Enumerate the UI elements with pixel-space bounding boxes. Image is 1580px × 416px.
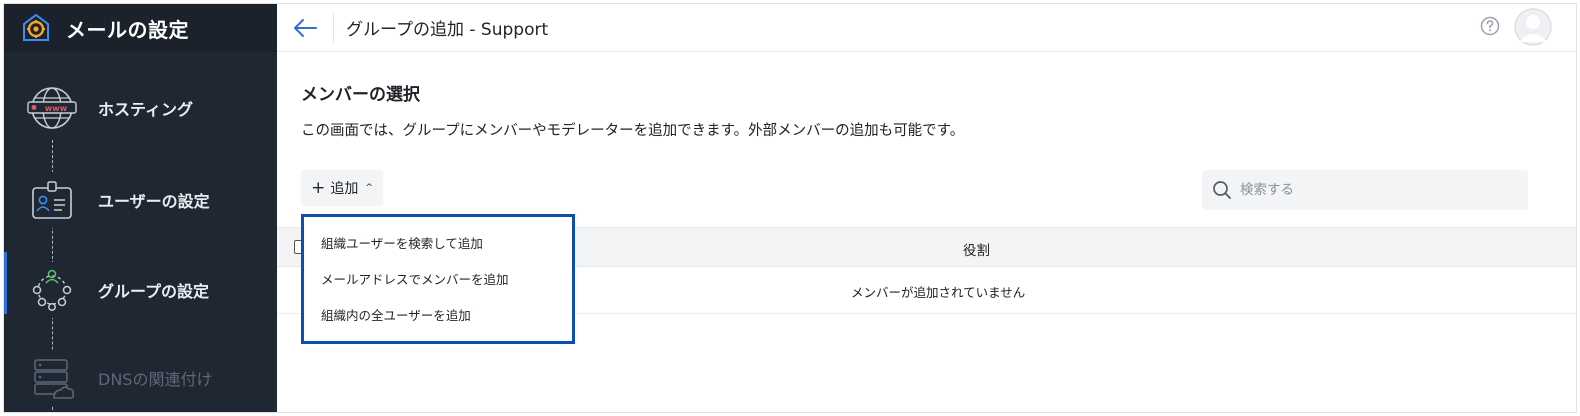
step-user-settings[interactable]: ユーザーの設定 [4,160,277,240]
user-avatar[interactable] [1514,8,1552,46]
sidebar: メールの設定 www ホスティング ユーザーの設定 グループの設定 DNSの関連… [4,4,277,412]
user-card-icon [24,172,80,228]
add-member-dropdown: 組織ユーザーを検索して追加 メールアドレスでメンバーを追加 組織内の全ユーザーを… [301,214,575,344]
section-description: この画面では、グループにメンバーやモデレーターを追加できます。外部メンバーの追加… [301,123,965,139]
menu-item-search-org-users[interactable]: 組織ユーザーを検索して追加 [304,233,572,269]
server-cloud-icon [24,350,80,406]
menu-item-add-all-org-users[interactable]: 組織内の全ユーザーを追加 [304,305,572,341]
top-bar: グループの追加 - Support [277,4,1576,52]
app-window: メールの設定 www ホスティング ユーザーの設定 グループの設定 DNSの関連… [3,3,1577,413]
search-input[interactable] [1240,182,1520,198]
menu-item-add-by-email[interactable]: メールアドレスでメンバーを追加 [304,269,572,305]
app-title: メールの設定 [66,17,189,42]
search-icon [1213,181,1231,199]
add-button-label: 追加 [330,181,359,197]
member-toolbar: + 追加 ^ [301,170,1552,210]
user-avatar-icon [1514,8,1552,46]
empty-state-text: メンバーが追加されていません [851,285,1026,300]
step-label-dns: DNSの関連付け [98,370,213,389]
mail-settings-logo-icon [20,12,52,44]
question-circle-icon [1480,16,1500,36]
svg-text:www: www [45,104,68,113]
arrow-left-icon [294,18,317,37]
step-hosting[interactable]: www ホスティング [4,68,277,148]
main-panel: グループの追加 - Support メンバーの選択 この画面では、グループにメン… [277,4,1576,412]
help-button[interactable] [1480,16,1500,36]
section-title: メンバーの選択 [301,85,420,105]
add-member-button[interactable]: + 追加 ^ [301,170,383,206]
sidebar-header: メールの設定 [4,4,277,52]
search-box[interactable] [1202,170,1528,210]
step-group-settings[interactable]: グループの設定 [4,250,277,330]
step-label-group-settings: グループの設定 [98,282,210,301]
page-title: グループの追加 - Support [346,20,549,40]
plus-icon: + [311,178,326,198]
header-divider [333,12,334,43]
globe-www-icon: www [24,80,80,136]
content-area: メンバーの選択 この画面では、グループにメンバーやモデレーターを追加できます。外… [277,52,1576,210]
active-step-indicator [4,252,7,314]
column-header-role: 役割 [963,243,990,259]
back-button[interactable] [277,4,333,52]
step-dns-association[interactable]: DNSの関連付け [4,338,277,412]
chevron-up-icon: ^ [365,183,373,193]
step-label-hosting: ホスティング [98,100,194,119]
group-network-icon [24,262,80,318]
step-label-user-settings: ユーザーの設定 [98,192,210,211]
